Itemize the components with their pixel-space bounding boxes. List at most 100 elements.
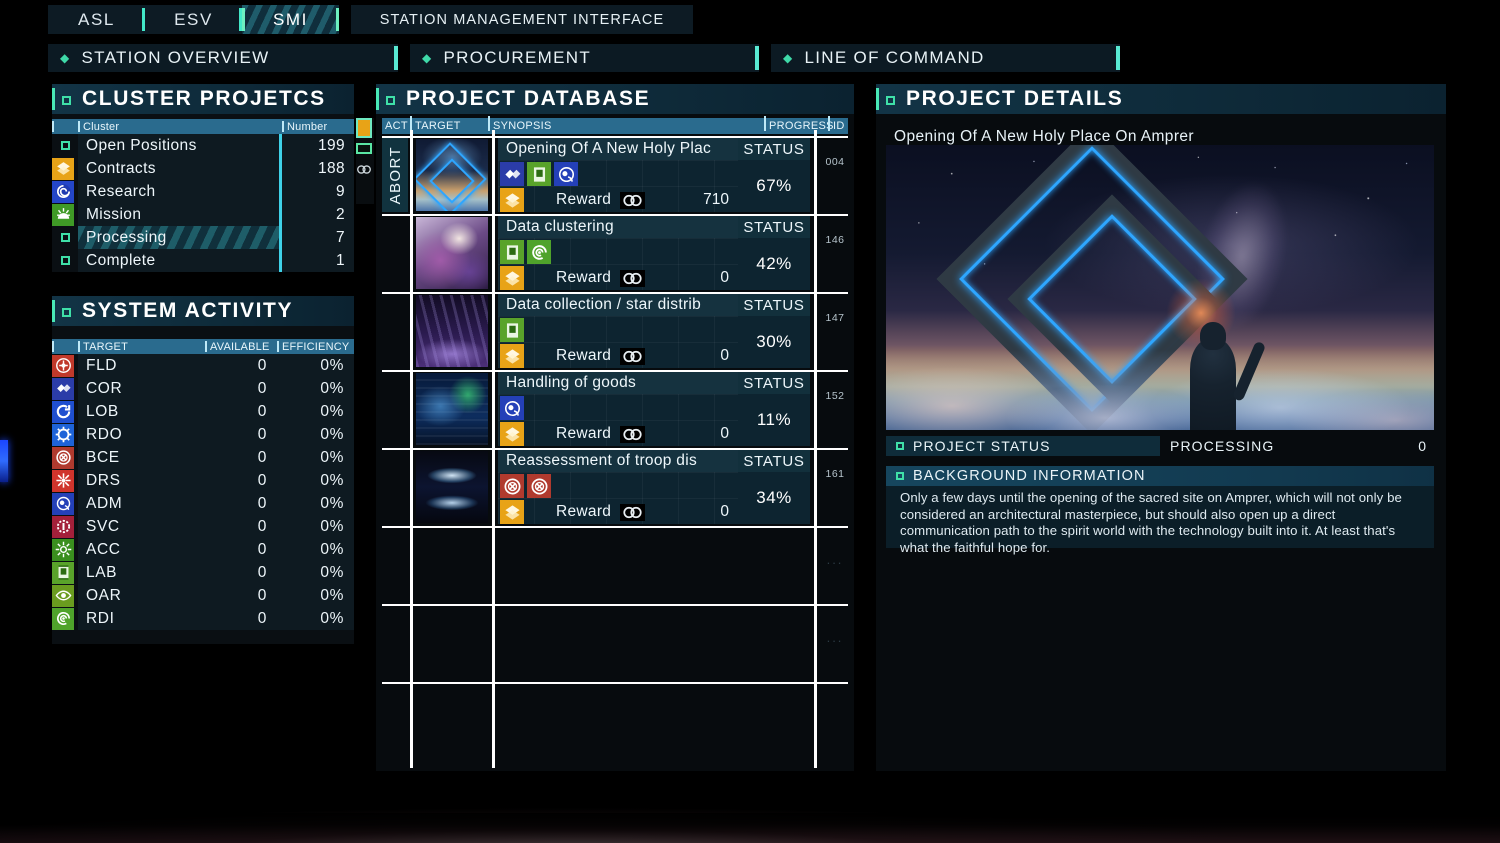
activity-row-lab[interactable]: LAB 0 0% xyxy=(52,561,354,584)
adm-icon xyxy=(52,492,74,515)
cluster-row-icon xyxy=(52,249,78,272)
project-database-header: PROJECT DATABASE xyxy=(376,84,854,114)
activity-row-oar[interactable]: OAR 0 0% xyxy=(52,584,354,607)
table-row[interactable]: ABORT Opening Of A New Holy Plac STATUS xyxy=(382,130,848,222)
selected-project-title: Opening Of A New Holy Place On Amprer xyxy=(894,128,1194,145)
project-synopsis: Data collection / star distrib STATUS Re… xyxy=(498,294,810,368)
cloud-layer xyxy=(886,350,1434,430)
status-label: STATUS xyxy=(738,372,810,394)
square-filter-icon[interactable] xyxy=(356,143,372,154)
system-tab-group: ASL ESV SMI xyxy=(48,5,339,34)
activity-row-available: 0 xyxy=(205,561,277,584)
cluster-row-contracts[interactable]: Contracts 188 xyxy=(52,157,354,180)
progress-value: 42% xyxy=(738,238,810,290)
tab-station-overview[interactable]: ◆ STATION OVERVIEW xyxy=(48,44,398,72)
cluster-row-icon xyxy=(52,203,78,226)
activity-row-rdi[interactable]: RDI 0 0% xyxy=(52,607,354,630)
table-row[interactable]: ... xyxy=(382,520,848,612)
project-details-panel: PROJECT DETAILS Opening Of A New Holy Pl… xyxy=(876,84,1446,843)
bce-icon xyxy=(527,474,551,498)
activity-row-efficiency: 0% xyxy=(277,377,354,400)
project-thumbnail[interactable] xyxy=(416,373,488,445)
cluster-row-processing[interactable]: Processing 7 xyxy=(52,226,354,249)
activity-row-drs[interactable]: DRS 0 0% xyxy=(52,469,354,492)
scroll-left-button[interactable] xyxy=(450,830,472,843)
cluster-row-value: 1 xyxy=(279,249,354,272)
cluster-row-research[interactable]: Research 9 xyxy=(52,180,354,203)
reward-row: Reward 0 xyxy=(500,266,738,290)
activity-row-cor[interactable]: COR 0 0% xyxy=(52,377,354,400)
project-thumbnail[interactable] xyxy=(416,451,488,523)
row-divider xyxy=(382,682,848,684)
diamond-icon: ◆ xyxy=(60,51,71,65)
col-target: TARGET xyxy=(78,339,205,354)
mission-sunburst-icon xyxy=(52,203,74,226)
project-id: 152 xyxy=(825,390,845,402)
small-square-icon xyxy=(60,141,70,150)
project-thumbnail[interactable] xyxy=(416,295,488,367)
contract-filter-icon[interactable] xyxy=(356,118,372,138)
activity-row-bce[interactable]: BCE 0 0% xyxy=(52,446,354,469)
table-row[interactable]: Handling of goods STATUS Reward 0 11% 15… xyxy=(382,364,848,456)
activity-row-fld[interactable]: FLD 0 0% xyxy=(52,354,354,377)
table-row[interactable] xyxy=(382,676,848,768)
activity-row-target: ACC xyxy=(78,538,205,561)
system-tab-asl[interactable]: ASL xyxy=(48,5,145,34)
table-row[interactable]: Data clustering STATUS Reward 0 42% 146 xyxy=(382,208,848,300)
scroll-track[interactable] xyxy=(472,834,754,843)
tab-procurement[interactable]: ◆ PROCUREMENT xyxy=(410,44,759,72)
activity-row-rdo[interactable]: RDO 0 0% xyxy=(52,423,354,446)
row-divider xyxy=(382,604,848,606)
svc-icon xyxy=(52,515,74,538)
system-name-label: STATION MANAGEMENT INTERFACE xyxy=(351,5,693,34)
activity-row-icon xyxy=(52,377,78,400)
scroll-right-button[interactable] xyxy=(754,830,776,843)
system-tab-smi[interactable]: SMI xyxy=(242,5,339,34)
contract-ticket-icon xyxy=(52,157,74,180)
database-scroll-slider[interactable] xyxy=(450,830,786,843)
activity-row-acc[interactable]: ACC 0 0% xyxy=(52,538,354,561)
cluster-row-mission[interactable]: Mission 2 xyxy=(52,203,354,226)
ok-button[interactable]: OK xyxy=(756,804,848,823)
activity-row-svc[interactable]: SVC 0 0% xyxy=(52,515,354,538)
cluster-row-open-positions[interactable]: Open Positions 199 xyxy=(52,134,354,157)
scroll-right-button[interactable] xyxy=(1352,830,1374,843)
reward-label: Reward xyxy=(556,347,612,364)
tab-divider xyxy=(242,8,245,31)
system-tab-esv[interactable]: ESV xyxy=(145,5,242,34)
table-row[interactable]: Reassessment of troop dis STATUS Reward … xyxy=(382,442,848,534)
credits-icon xyxy=(620,425,646,443)
scroll-track[interactable] xyxy=(964,834,1352,843)
table-row[interactable]: ... xyxy=(382,598,848,690)
rdi-icon xyxy=(527,240,551,264)
project-title: Opening Of A New Holy Plac xyxy=(498,138,738,160)
project-thumbnail[interactable] xyxy=(416,139,488,211)
square-bullet-icon xyxy=(896,472,904,480)
activity-row-efficiency: 0% xyxy=(277,400,354,423)
table-row[interactable]: Data collection / star distrib STATUS Re… xyxy=(382,286,848,378)
project-thumbnail[interactable] xyxy=(416,217,488,289)
details-scroll-slider[interactable] xyxy=(942,830,1382,843)
abort-button[interactable]: ABORT xyxy=(382,138,408,212)
thumbnail-art xyxy=(416,373,488,445)
tab-endbar xyxy=(755,46,759,70)
project-tags xyxy=(500,162,578,186)
project-synopsis: Reassessment of troop dis STATUS Reward … xyxy=(498,450,810,524)
project-synopsis: Data clustering STATUS Reward 0 42% xyxy=(498,216,810,290)
cor-icon xyxy=(52,377,74,400)
cluster-showing-button[interactable]: CLUSTER SHOWING xyxy=(602,804,752,823)
activity-row-efficiency: 0% xyxy=(277,561,354,584)
activity-row-lob[interactable]: LOB 0 0% xyxy=(52,400,354,423)
filter-icon-rail[interactable] xyxy=(356,118,374,204)
activity-row-adm[interactable]: ADM 0 0% xyxy=(52,492,354,515)
cluster-row-label: Open Positions xyxy=(78,134,282,157)
scroll-left-button[interactable] xyxy=(942,830,964,843)
drs-icon xyxy=(52,469,74,492)
footer-divider xyxy=(382,798,848,800)
cluster-projects-header: CLUSTER PROJETCS xyxy=(52,84,354,114)
adm-icon xyxy=(554,162,578,186)
column-divider xyxy=(492,676,495,768)
cluster-row-complete[interactable]: Complete 1 xyxy=(52,249,354,272)
tab-line-of-command[interactable]: ◆ LINE OF COMMAND xyxy=(771,44,1120,72)
lab-icon xyxy=(527,162,551,186)
